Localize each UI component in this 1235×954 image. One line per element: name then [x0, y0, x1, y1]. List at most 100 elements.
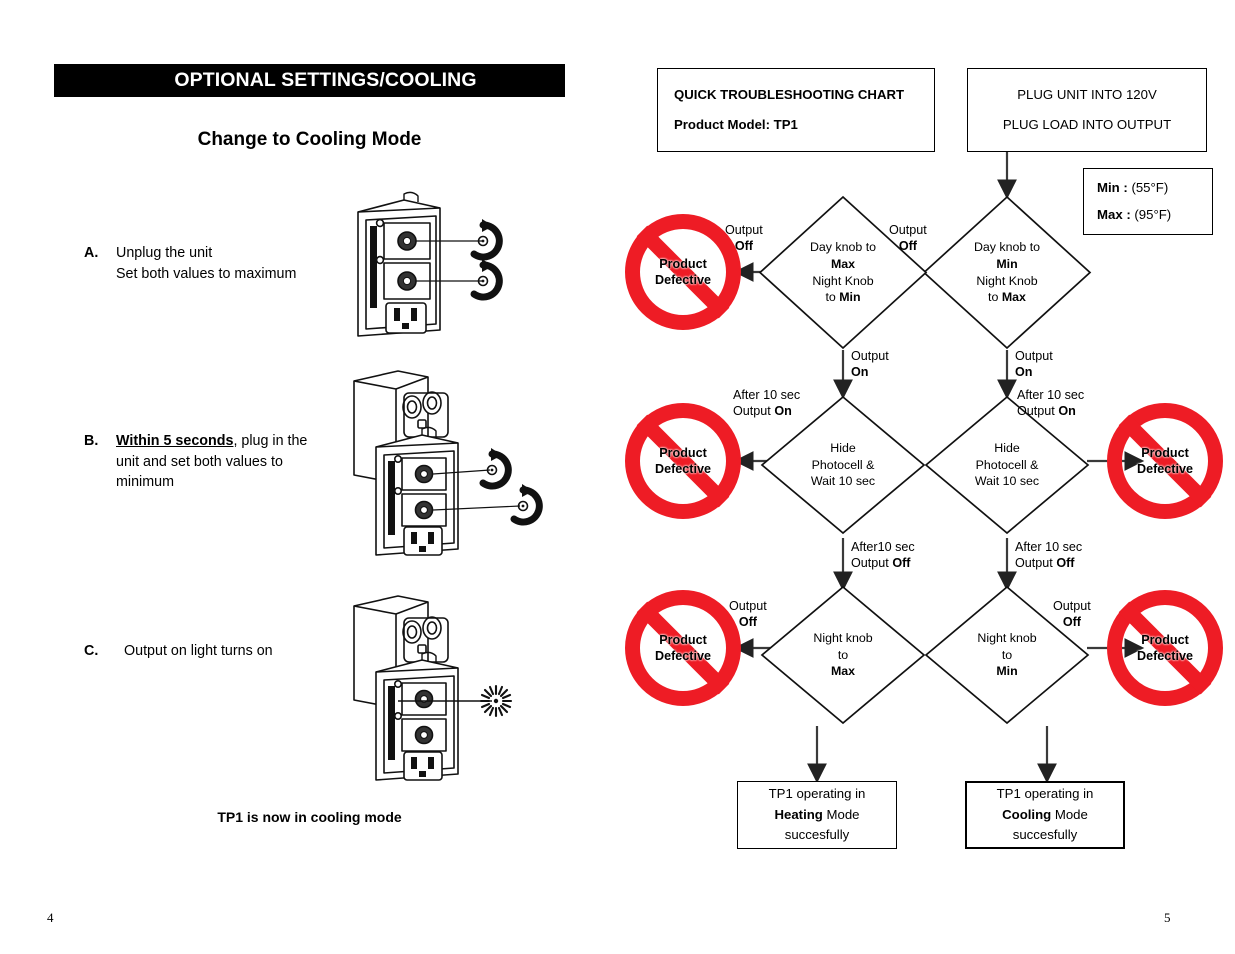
- edge-label-line: Off: [1062, 615, 1081, 630]
- rotate-arrow-icon: [470, 219, 503, 261]
- result-line-1: TP1 operating in: [996, 786, 1094, 802]
- step-b-body: Within 5 seconds, plug in the unit and s…: [116, 431, 307, 493]
- left-page: OPTIONAL SETTINGS/COOLING Change to Cool…: [0, 0, 617, 954]
- min-max-temperature-box: Min : (55°F) Max : (95°F): [1083, 168, 1213, 235]
- edge-label-l1-output-on: Output On: [851, 348, 889, 381]
- edge-label-l2-after-10-sec-output-on: After 10 sec Output On: [733, 387, 800, 420]
- step-b: B. Within 5 seconds, plug in the unit an…: [84, 431, 344, 493]
- section-header-label: OPTIONAL SETTINGS/COOLING: [174, 69, 477, 91]
- result-mode: Heating: [774, 806, 823, 822]
- section-header-bar: OPTIONAL SETTINGS/COOLING: [54, 64, 565, 97]
- quick-troubleshooting-title-box: QUICK TROUBLESHOOTING CHART Product Mode…: [657, 68, 935, 152]
- edge-label-line: Off: [898, 239, 917, 254]
- edge-label-line: Output On: [1017, 404, 1076, 419]
- step-c: C. Output on light turns on: [84, 641, 354, 662]
- edge-label-line: Output: [851, 349, 889, 363]
- edge-label-line: Output: [889, 223, 927, 237]
- product-model: Product Model: TP1: [674, 117, 798, 132]
- edge-label-line: Output Off: [851, 556, 911, 571]
- rotate-arrow-icon: [479, 448, 512, 490]
- edge-label-line: Output Off: [1015, 556, 1075, 571]
- figure-device-knobs-rotate: [340, 190, 540, 340]
- badge-line-1: Product: [659, 256, 707, 271]
- step-b-emphasis: Within 5 seconds: [116, 433, 234, 449]
- figure-device-plugged-knobs-rotate: [340, 363, 550, 568]
- edge-label-line: On: [851, 365, 869, 380]
- max-value: (95°F): [1134, 206, 1172, 222]
- step-c-letter: C.: [84, 643, 99, 659]
- step-b-line-2: unit and set both values to: [116, 453, 283, 470]
- manual-spread: OPTIONAL SETTINGS/COOLING Change to Cool…: [0, 0, 1235, 954]
- step-a-line-2: Set both values to maximum: [116, 265, 297, 282]
- step-c-body: Output on light turns on: [124, 643, 273, 659]
- plug-load-line: PLUG LOAD INTO OUTPUT: [1002, 117, 1172, 132]
- result-mode-suffix: Mode: [822, 806, 860, 822]
- edge-label-r1-output-on: Output On: [1015, 348, 1053, 381]
- chart-title: QUICK TROUBLESHOOTING CHART: [674, 86, 905, 102]
- step-a-letter: A.: [84, 245, 99, 261]
- badge-line-1: Product: [1141, 445, 1189, 460]
- product-defective-badge: Product Defective: [1107, 403, 1223, 519]
- page-number-right: 5: [1164, 910, 1171, 925]
- decision-day-knob-min: Day knob to Min Night Knob to Max: [922, 195, 1092, 350]
- product-defective-badge: Product Defective: [625, 403, 741, 519]
- page-title: Change to Cooling Mode: [197, 129, 422, 150]
- edge-label-line: Output: [1015, 349, 1053, 363]
- badge-line-1: Product: [659, 632, 707, 647]
- plug-instruction-box: PLUG UNIT INTO 120V PLUG LOAD INTO OUTPU…: [967, 68, 1207, 152]
- step-b-line-1: , plug in the: [233, 433, 308, 449]
- edge-label-r3-output-off: Output Off: [1053, 598, 1091, 631]
- right-page: QUICK TROUBLESHOOTING CHART Product Mode…: [617, 0, 1235, 954]
- badge-line-1: Product: [1141, 632, 1189, 647]
- light-on-icon: [479, 684, 513, 718]
- badge-line-2: Defective: [654, 462, 711, 476]
- plug-unit-line: PLUG UNIT INTO 120V: [1017, 86, 1157, 102]
- product-defective-badge: Product Defective: [625, 590, 741, 706]
- rotate-arrow-icon: [470, 259, 503, 301]
- decision-night-knob-max: Night knob to Max: [760, 585, 926, 725]
- edge-label-r2-after-10-sec-output-off: After 10 sec Output Off: [1015, 539, 1082, 572]
- max-label: Max :: [1097, 206, 1131, 222]
- edge-label-line: Output: [1053, 599, 1091, 613]
- rotate-arrow-icon: [510, 484, 543, 526]
- step-a-body: Unplug the unit Set both values to maxim…: [116, 243, 296, 284]
- cooling-mode-confirmation: TP1 is now in cooling mode: [217, 809, 402, 825]
- result-line-3: succesfully: [784, 827, 850, 843]
- result-line-2: Heating Mode: [738, 805, 896, 825]
- badge-line-2: Defective: [1136, 649, 1193, 663]
- step-b-letter: B.: [84, 433, 99, 449]
- edge-label-line: Off: [738, 615, 757, 630]
- min-value: (55°F): [1131, 180, 1169, 196]
- figure-device-plugged-light-on: [340, 588, 535, 783]
- result-line-2: Cooling Mode: [967, 805, 1123, 825]
- badge-line-2: Defective: [654, 649, 711, 663]
- decision-day-knob-max: Day knob to Max Night Knob to Min: [758, 195, 928, 350]
- edge-label-line: After 10 sec: [733, 388, 801, 402]
- result-box-heating: TP1 operating in Heating Mode succesfull…: [737, 781, 897, 849]
- badge-line-2: Defective: [1136, 462, 1193, 476]
- product-defective-badge: Product Defective: [1107, 590, 1223, 706]
- edge-label-r2-after-10-sec-output-on: After 10 sec Output On: [1017, 387, 1084, 420]
- result-line-3: succesfully: [1012, 827, 1078, 843]
- min-row: Min : (55°F): [1097, 178, 1212, 198]
- result-mode: Cooling: [1002, 806, 1052, 822]
- min-label: Min :: [1097, 180, 1128, 196]
- edge-label-line: After10 sec: [851, 540, 915, 554]
- max-row: Max : (95°F): [1097, 205, 1212, 225]
- edge-label-line: On: [1015, 365, 1033, 380]
- edge-label-line: After 10 sec: [1015, 540, 1083, 554]
- step-a: A. Unplug the unit Set both values to ma…: [84, 243, 354, 284]
- product-defective-badge: Product Defective: [625, 214, 741, 330]
- step-a-line-1: Unplug the unit: [116, 245, 213, 261]
- result-mode-suffix: Mode: [1051, 806, 1088, 822]
- edge-label-line: Output On: [733, 404, 792, 419]
- edge-label-line: After 10 sec: [1017, 388, 1085, 402]
- step-b-line-3: minimum: [116, 474, 174, 491]
- badge-line-2: Defective: [654, 273, 711, 287]
- page-number-left: 4: [47, 910, 54, 925]
- result-box-cooling: TP1 operating in Cooling Mode succesfull…: [965, 781, 1125, 849]
- edge-label-r1-output-off: Output Off: [889, 222, 927, 255]
- badge-line-1: Product: [659, 445, 707, 460]
- edge-label-l2-after-10-sec-output-off: After10 sec Output Off: [851, 539, 915, 572]
- result-line-1: TP1 operating in: [768, 786, 866, 802]
